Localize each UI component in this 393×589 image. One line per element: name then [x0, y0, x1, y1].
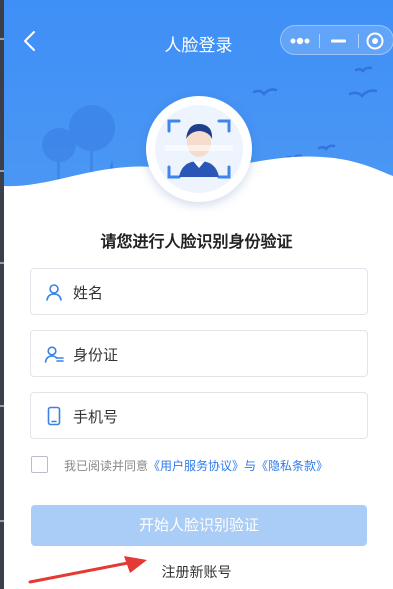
instruction-heading: 请您进行人脸识别身份验证: [100, 232, 293, 251]
id-card-field[interactable]: 身份证: [30, 330, 368, 377]
agreement-checkbox[interactable]: [31, 456, 48, 473]
start-face-verification-button[interactable]: 开始人脸识别验证: [31, 505, 367, 546]
register-account-label: 注册新账号: [161, 565, 232, 581]
phone-field[interactable]: 手机号: [30, 392, 368, 439]
service-agreement-link[interactable]: 《用户服务协议》: [148, 459, 244, 473]
agreement-row: 我已阅读并同意《用户服务协议》与《隐私条款》: [31, 456, 371, 474]
id-card-field-label: 身份证: [73, 346, 119, 364]
name-field[interactable]: 姓名: [30, 268, 368, 315]
privacy-policy-link[interactable]: 《隐私条款》: [256, 459, 328, 473]
minimize-button[interactable]: [320, 26, 358, 56]
agreement-joiner: 与: [244, 459, 257, 473]
more-dots-icon: [290, 37, 310, 45]
user-icon: [46, 284, 62, 301]
more-button[interactable]: [281, 26, 319, 56]
minimize-icon: [331, 39, 346, 43]
agreement-prefix: 我已阅读并同意: [64, 459, 149, 473]
name-field-label: 姓名: [73, 284, 104, 302]
annotation-arrow-icon: [28, 556, 147, 584]
face-scan-icon: [165, 119, 233, 179]
close-target-icon: [366, 32, 384, 50]
close-button[interactable]: [357, 26, 393, 56]
face-scan-illustration: [146, 96, 252, 202]
id-card-icon: [44, 346, 64, 363]
agreement-text: 我已阅读并同意《用户服务协议》与《隐私条款》: [64, 457, 328, 474]
mini-program-capsule: [280, 25, 393, 55]
phone-field-label: 手机号: [73, 408, 119, 426]
phone-icon: [47, 406, 61, 426]
